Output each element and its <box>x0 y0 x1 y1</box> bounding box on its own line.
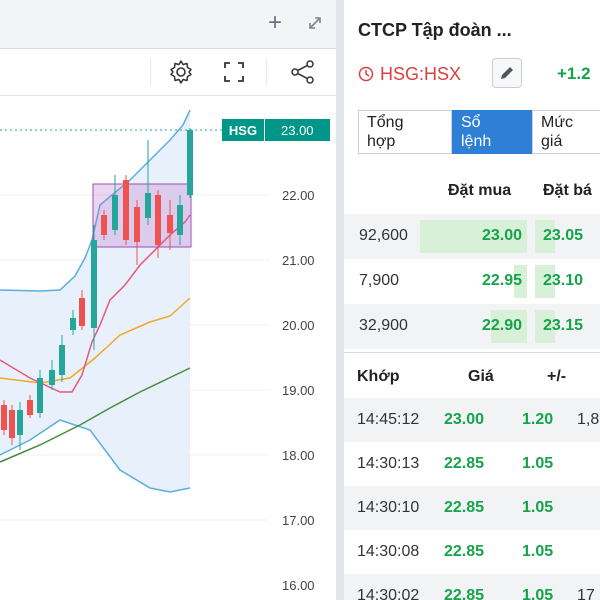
price-tick: 17.00 <box>282 513 315 528</box>
trade-row: 14:30:08 22.85 1.05 <box>357 543 554 560</box>
price-tick: 16.00 <box>282 578 315 593</box>
price-tick: 18.00 <box>282 448 315 463</box>
price-tick: 21.00 <box>282 253 315 268</box>
ask-header: Đặt bá <box>543 182 592 199</box>
highlight-rectangle[interactable] <box>92 183 192 248</box>
ticker-row: HSG:HSX <box>358 60 461 88</box>
tab-price-levels[interactable]: Mức giá <box>532 110 600 154</box>
trade-time-header: Khớp <box>357 368 400 385</box>
trade-change-header: +/- <box>547 368 567 385</box>
price-tick: 19.00 <box>282 383 315 398</box>
price-tick: 22.00 <box>282 188 315 203</box>
tab-summary[interactable]: Tổng hợp <box>358 110 452 154</box>
trade-row: 14:30:13 22.85 1.05 <box>357 455 554 472</box>
orderbook-row[interactable]: 32,900 22.90 23.15 <box>344 304 600 349</box>
edit-button[interactable] <box>492 58 522 88</box>
chart-header-bar: + <box>0 0 336 49</box>
chart-panel[interactable]: 22.00 21.00 20.00 19.00 18.00 17.00 16.0… <box>0 0 336 600</box>
panel-divider[interactable] <box>336 0 344 600</box>
trade-row: 14:45:12 23.00 1.20 1,871 <box>344 398 600 442</box>
company-name[interactable]: CTCP Tập đoàn ... <box>358 20 512 41</box>
fullscreen-icon[interactable] <box>219 57 249 87</box>
price-tag: 23.00 <box>281 123 314 138</box>
chart-toolbar <box>0 49 336 96</box>
bid-header: Đặt mua <box>448 182 512 199</box>
stock-detail-panel: CTCP Tập đoàn ... HSG:HSX +1.2 Tổng hợp S… <box>344 0 600 600</box>
orderbook-row[interactable]: 92,600 23.00 23.05 <box>344 214 600 259</box>
price-change: +1.2 <box>557 64 591 83</box>
plus-icon[interactable]: + <box>262 10 288 36</box>
share-icon[interactable] <box>288 57 318 87</box>
expand-icon[interactable] <box>302 10 328 36</box>
last-price-label: HSG 23.00 <box>222 119 330 141</box>
trade-row: 14:30:10 22.85 1.05 <box>344 486 600 530</box>
symbol-tag: HSG <box>229 123 257 138</box>
price-tick: 20.00 <box>282 318 315 333</box>
tab-orderbook[interactable]: Sổ lệnh <box>452 110 532 154</box>
orderbook-row[interactable]: 7,900 22.95 23.10 <box>344 259 600 304</box>
ticker-symbol: HSG:HSX <box>380 63 462 84</box>
price-axis: 22.00 21.00 20.00 19.00 18.00 17.00 16.0… <box>282 188 315 593</box>
trade-row: 14:30:02 22.85 1.05 17 <box>344 574 600 600</box>
clock-icon <box>358 66 374 82</box>
pencil-icon <box>501 67 513 79</box>
gear-icon[interactable] <box>166 57 196 87</box>
trade-price-header: Giá <box>468 368 494 385</box>
